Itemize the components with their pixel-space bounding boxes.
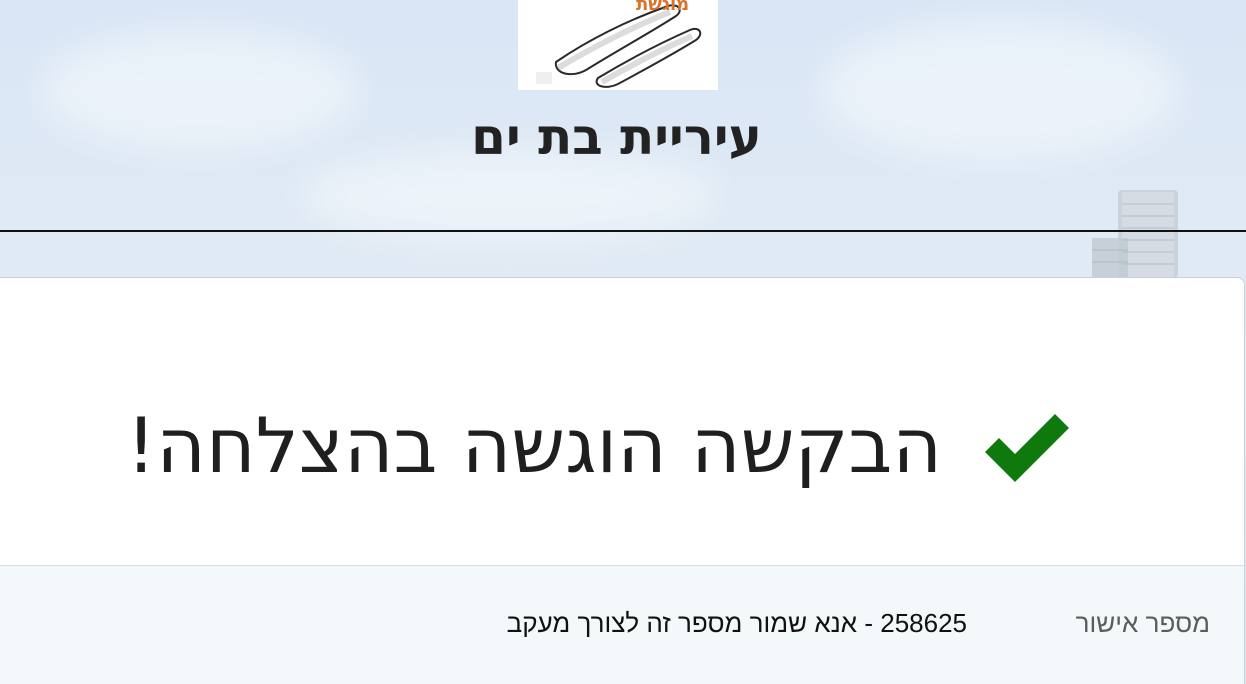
header-divider	[0, 230, 1246, 232]
city-title: עיריית בת ים	[471, 108, 762, 166]
approval-details-row: מספר אישור 258625 - אנא שמור מספר זה לצו…	[0, 566, 1244, 684]
building-tower-graphic	[1092, 190, 1178, 278]
checkmark-icon	[985, 414, 1069, 482]
logo-text: מוגשת	[636, 0, 690, 15]
success-section: הבקשה הוגשה בהצלחה!	[0, 278, 1244, 567]
site-logo[interactable]: מוגשת	[518, 0, 718, 90]
confirmation-card: הבקשה הוגשה בהצלחה! מספר אישור 258625 - …	[0, 277, 1245, 684]
success-message: הבקשה הוגשה בהצלחה!	[125, 401, 942, 490]
approval-number-label: מספר אישור	[1075, 608, 1210, 638]
approval-number-value: 258625 - אנא שמור מספר זה לצורך מעקב	[506, 608, 967, 638]
